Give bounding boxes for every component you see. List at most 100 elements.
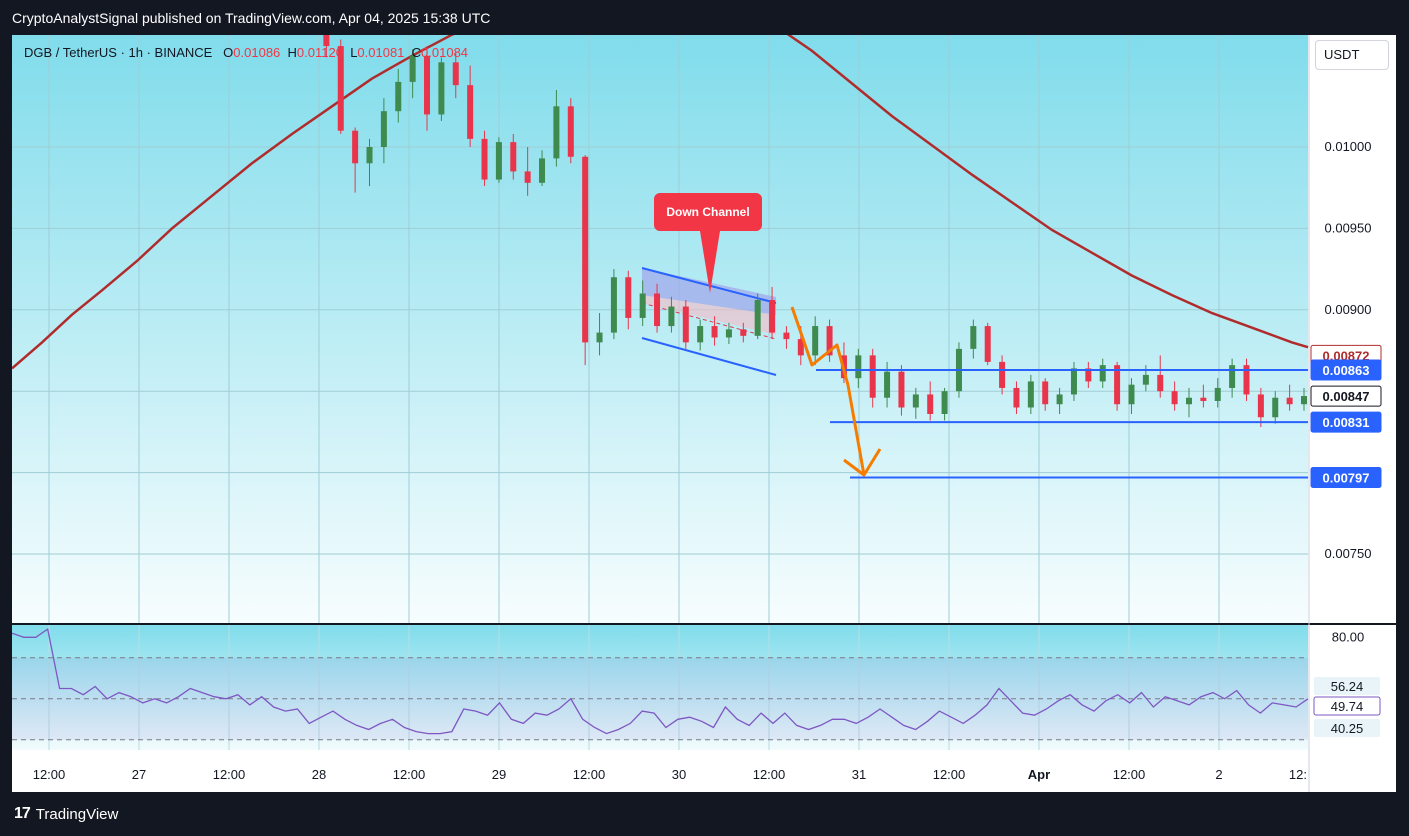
candle-body: [654, 293, 661, 327]
candle-body: [1286, 397, 1293, 405]
candle-body: [1214, 387, 1221, 401]
candle-body: [1027, 381, 1034, 408]
price-tick-label: 0.01000: [1325, 139, 1372, 154]
close-label: C: [411, 45, 422, 60]
candle: [495, 137, 502, 183]
candle-body: [452, 62, 459, 86]
candle-body: [438, 62, 445, 115]
candle-body: [984, 326, 991, 362]
symbol-info[interactable]: DGB / TetherUS · 1h · BINANCE: [24, 45, 212, 60]
candle-body: [366, 147, 373, 164]
candle-body: [481, 138, 488, 180]
candle-body: [424, 55, 431, 115]
candle-body: [380, 111, 387, 147]
rsi-value-tag: 40.25: [1314, 719, 1380, 737]
candle-body: [769, 300, 776, 333]
candle-body: [668, 306, 675, 327]
candle-body: [567, 106, 574, 157]
candle-body: [539, 158, 546, 183]
candle-body: [596, 332, 603, 343]
close-value: 0.01084: [421, 45, 469, 60]
rsi-value-tag: 56.24: [1314, 677, 1380, 695]
rsi-tag-label: 56.24: [1331, 679, 1364, 694]
candle-body: [1229, 365, 1236, 388]
candle: [481, 130, 488, 187]
tradingview-logo-icon: 17: [14, 805, 31, 822]
candle-body: [783, 332, 790, 340]
candle-body: [999, 361, 1006, 388]
candle-body: [1142, 374, 1149, 385]
candle-body: [725, 329, 732, 338]
price-tag: 0.00797: [1310, 466, 1382, 488]
candle-body: [682, 306, 689, 343]
candle-body: [639, 293, 646, 318]
price-tag: 0.00831: [1310, 411, 1382, 433]
callout-text: Down Channel: [666, 205, 749, 219]
candle: [754, 293, 761, 340]
rsi-value-tag: 49.74: [1313, 696, 1381, 716]
candle: [682, 300, 689, 349]
price-tag-label: 0.00863: [1323, 363, 1370, 378]
candle-body: [352, 130, 359, 164]
open-label: O: [223, 45, 234, 60]
tradingview-logo[interactable]: 17 TradingView: [14, 805, 118, 823]
price-tag-label: 0.00831: [1323, 415, 1370, 430]
candle-body: [1257, 394, 1264, 418]
candle-body: [1301, 396, 1307, 405]
candle-body: [1185, 397, 1192, 405]
time-tick-label: 12:00: [213, 767, 246, 782]
tradingview-logo-text: TradingView: [35, 805, 119, 823]
time-tick-label: 12:00: [573, 767, 606, 782]
candle-body: [467, 85, 474, 139]
candle-body: [610, 277, 617, 333]
price-tag: 0.00863: [1310, 359, 1382, 381]
candle-body: [711, 326, 718, 338]
price-tick-label: 0.00750: [1325, 546, 1372, 561]
candle-body: [1157, 374, 1164, 392]
price-tag-label: 0.00847: [1323, 389, 1370, 404]
chart-frame[interactable]: 80.00 56.24 49.74 40.25 12:00 27 12:00 28 12:00…: [12, 35, 1396, 792]
candle-body: [927, 394, 934, 414]
rsi-tag-label: 40.25: [1331, 721, 1364, 736]
candle-body: [510, 142, 517, 172]
high-value: 0.01120: [296, 45, 343, 60]
open-value: 0.01086: [233, 45, 281, 60]
candle-body: [553, 106, 560, 159]
currency-button[interactable]: USDT: [1315, 40, 1389, 70]
candle-body: [1128, 384, 1135, 405]
candle-body: [884, 371, 891, 398]
candle-body: [740, 329, 747, 336]
candle-body: [1272, 397, 1279, 418]
low-value: 0.01081: [357, 45, 405, 60]
candle-body: [1171, 391, 1178, 405]
candle-body: [1099, 365, 1106, 382]
candle-body: [625, 277, 632, 318]
candle: [438, 57, 445, 121]
candle-body: [1200, 397, 1207, 401]
rsi-tag-label: 49.74: [1331, 699, 1364, 714]
price-pane-background: [12, 35, 1308, 623]
candle-body: [912, 394, 919, 408]
time-tick-label: 12:00: [393, 767, 426, 782]
time-tick-label: 12:00: [1113, 767, 1146, 782]
time-tick-label: 12:00: [933, 767, 966, 782]
price-tick-label: 0.00900: [1325, 302, 1372, 317]
time-tick-label: 12:: [1289, 767, 1307, 782]
candle: [567, 98, 574, 164]
publisher-line: CryptoAnalystSignal published on Trading…: [12, 10, 491, 26]
candle-body: [697, 326, 704, 343]
time-tick-label: 28: [312, 767, 326, 782]
chart-canvas[interactable]: 80.0056.2449.7440.25 12:00 27 12:00 28 12:00…: [12, 35, 1396, 792]
candle: [610, 269, 617, 340]
candle-body: [869, 355, 876, 398]
candle-body: [1056, 394, 1063, 405]
high-label: H: [287, 45, 297, 60]
symbol-legend: DGB / TetherUS · 1h · BINANCE O0.01086 H…: [24, 45, 468, 60]
time-tick-label: 12:00: [753, 767, 786, 782]
time-tick-label: 27: [132, 767, 146, 782]
time-tick-label: 12:00: [33, 767, 66, 782]
time-axis[interactable]: 12:00 27 12:00 28 12:00 29 12:00 30 12:00 31 12:00…: [33, 767, 1307, 782]
candle-body: [812, 326, 819, 356]
candle-body: [970, 326, 977, 349]
price-tag: 0.00847: [1310, 385, 1382, 407]
